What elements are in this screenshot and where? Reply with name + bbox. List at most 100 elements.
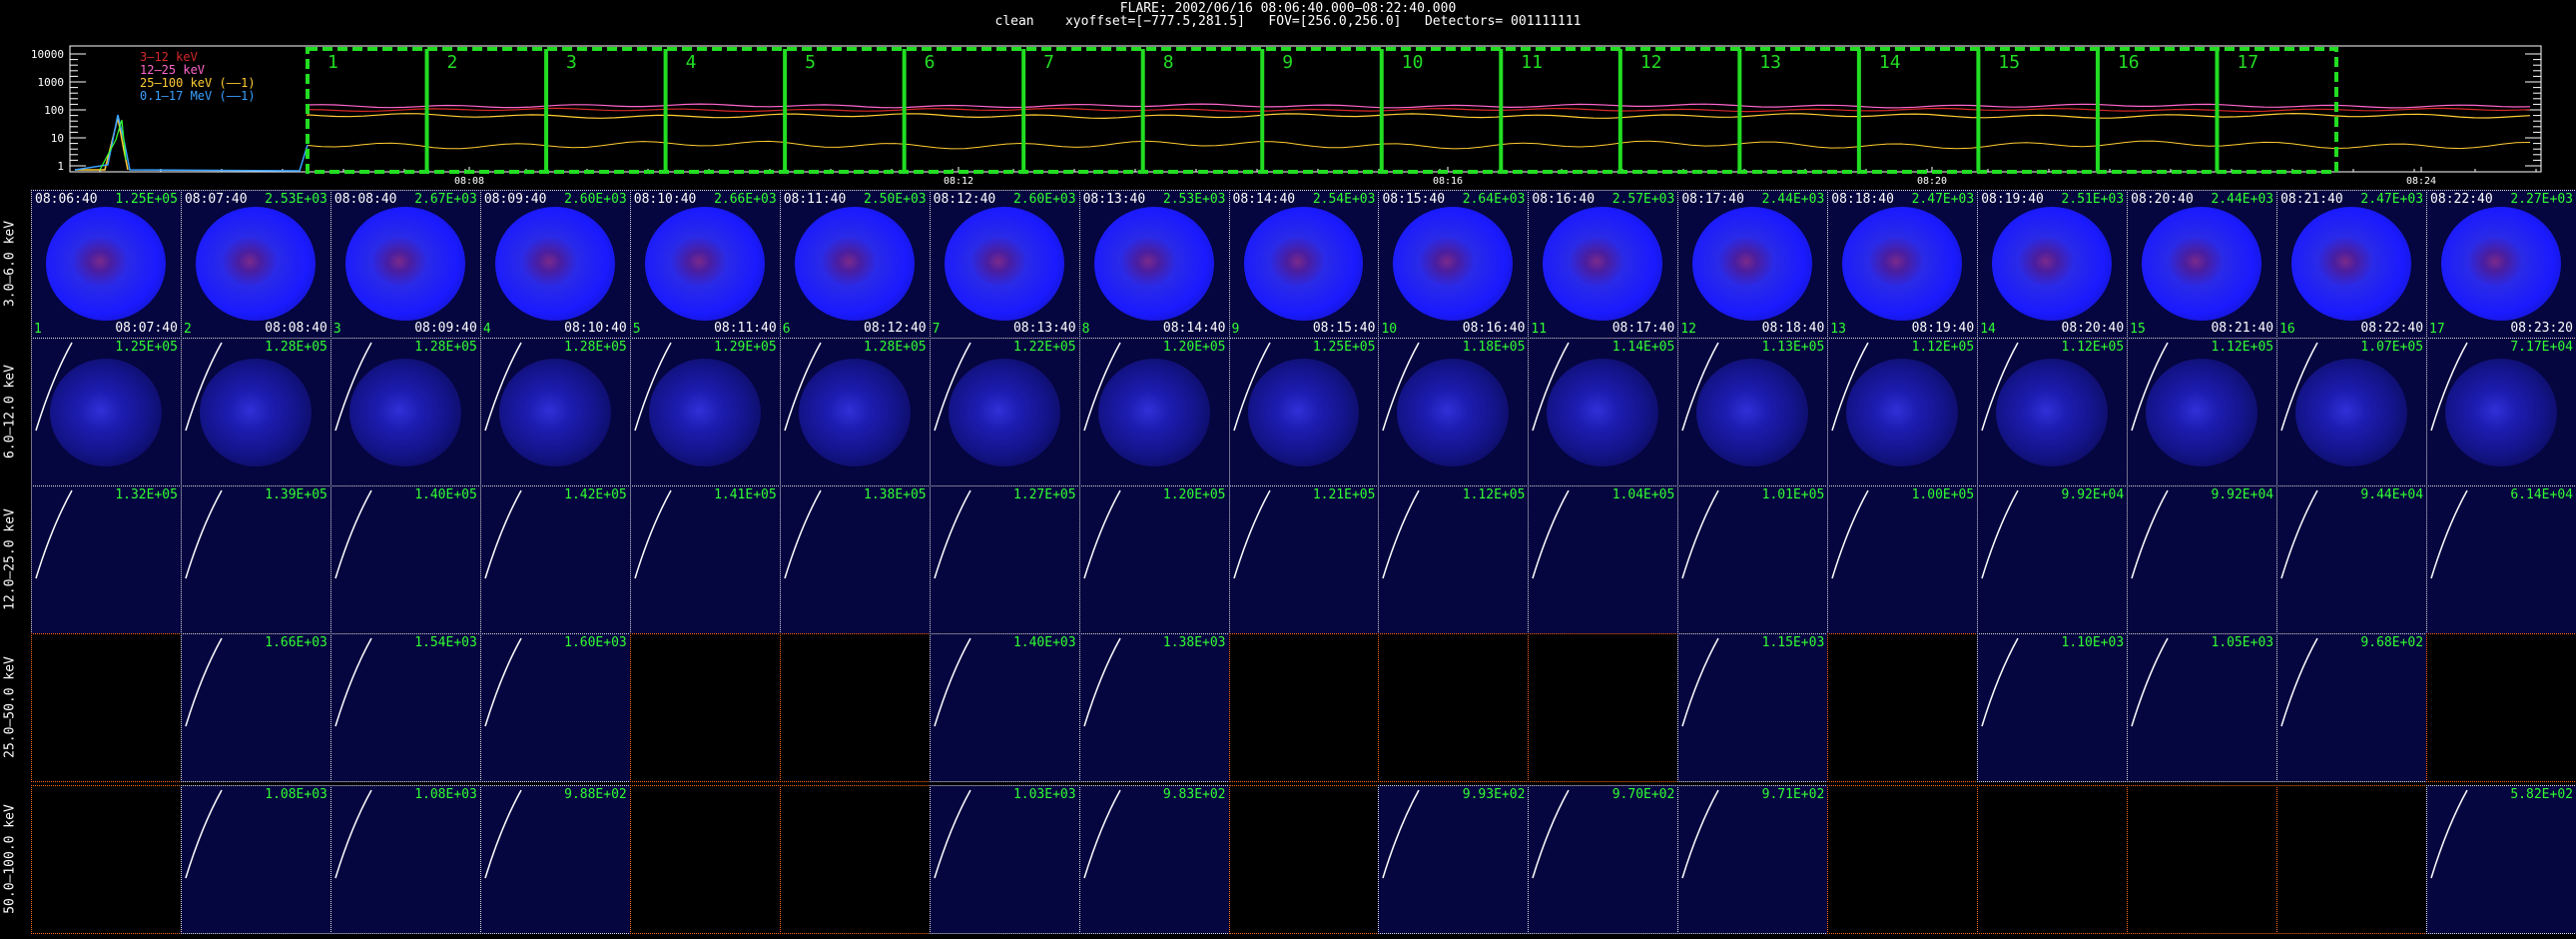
image-cell (2127, 785, 2278, 934)
limb-arc-path (1082, 637, 1121, 727)
image-cell: 1.25E+05 (1228, 338, 1380, 486)
interval-index: 11 (1531, 322, 1548, 337)
image-cell: 9.44E+04 (2276, 485, 2428, 634)
image-cell: 1.40E+03 (929, 633, 1080, 782)
source-disk (46, 207, 166, 321)
image-cell: 1.21E+05 (1228, 485, 1380, 634)
interval-index: 8 (1081, 322, 1090, 337)
limb-arc-path (2131, 342, 2169, 432)
image-cell: 1.12E+05 (1977, 338, 2129, 486)
peak-value: 2.50E+03 (864, 192, 927, 207)
limb-arc (334, 637, 372, 727)
interval-start-time: 08:15:40 (1382, 192, 1446, 207)
limb-arc (2131, 637, 2169, 727)
interval-index: 15 (2130, 322, 2146, 337)
interval-index: 13 (1830, 322, 1846, 337)
image-cell: 2.47E+03 08:18:40 08:19:40 13 (1827, 190, 1979, 339)
interval-end-time: 08:15:40 (1312, 321, 1376, 336)
image-cell: 1.10E+03 (1977, 633, 2129, 782)
limb-arc-path (185, 637, 223, 727)
image-cell: 2.57E+03 08:16:40 08:17:40 11 (1528, 190, 1679, 339)
limb-arc-path (634, 489, 672, 579)
peak-value: 1.25E+05 (1312, 340, 1376, 355)
limb-arc (1082, 489, 1121, 579)
image-cell: 1.00E+05 (1827, 485, 1979, 634)
peak-value: 2.44E+03 (1761, 192, 1825, 207)
limb-arc (484, 489, 522, 579)
interval-end-time: 08:20:40 (2061, 321, 2125, 336)
image-cell (1827, 633, 1979, 782)
interval-start-time: 08:11:40 (783, 192, 847, 207)
peak-value: 1.12E+05 (1462, 487, 1526, 502)
source-disk (1992, 207, 2113, 321)
peak-value: 1.13E+05 (1761, 340, 1825, 355)
image-cell (31, 633, 182, 782)
interval-start-time: 08:16:40 (1532, 192, 1596, 207)
interval-start-time: 08:13:40 (1082, 192, 1146, 207)
energy-band-text: 50.0–100.0 keV (2, 804, 18, 914)
limb-arc-path (2430, 342, 2468, 432)
peak-value: 1.08E+03 (265, 787, 327, 802)
image-cell: 1.27E+05 (929, 485, 1080, 634)
peak-value: 1.18E+05 (1462, 340, 1526, 355)
peak-value: 9.70E+02 (1611, 787, 1675, 802)
image-cell: 2.51E+03 08:19:40 08:20:40 14 (1977, 190, 2129, 339)
image-cell: 6.14E+04 (2426, 485, 2576, 634)
limb-arc (185, 789, 223, 879)
limb-arc (484, 637, 522, 727)
image-cell (1378, 633, 1530, 782)
peak-value: 1.20E+05 (1162, 340, 1226, 355)
interval-start-time: 08:18:40 (1831, 192, 1894, 207)
limb-arc-path (933, 789, 971, 879)
image-grid: 3.0–6.0 keV 1.25E+05 08:06:40 08:07:40 1 2.53… (0, 0, 2576, 939)
peak-value: 1.38E+03 (1162, 635, 1226, 650)
limb-arc-path (185, 489, 223, 579)
image-cell: 1.18E+05 (1378, 338, 1530, 486)
limb-arc (1382, 489, 1421, 579)
peak-value: 1.42E+05 (564, 487, 627, 502)
peak-value: 2.27E+03 (2510, 192, 2573, 207)
peak-value: 2.47E+03 (2360, 192, 2424, 207)
limb-arc-path (1382, 342, 1421, 432)
peak-value: 2.53E+03 (1162, 192, 1226, 207)
limb-arc (185, 342, 223, 432)
source-disk (1093, 207, 1214, 321)
image-cell: 2.66E+03 08:10:40 08:11:40 5 (629, 190, 781, 339)
limb-arc (1082, 342, 1121, 432)
peak-value: 2.44E+03 (2211, 192, 2274, 207)
interval-start-time: 08:21:40 (2280, 192, 2343, 207)
peak-value: 1.28E+05 (564, 340, 627, 355)
image-cell: 1.22E+05 (929, 338, 1080, 486)
limb-arc-path (1681, 637, 1719, 727)
image-cell: 9.88E+02 (479, 785, 631, 934)
interval-index: 9 (1231, 322, 1240, 337)
peak-value: 1.10E+03 (2061, 635, 2125, 650)
image-cell: 1.12E+05 (1827, 338, 1979, 486)
limb-arc (2280, 342, 2318, 432)
interval-start-time: 08:09:40 (483, 192, 547, 207)
image-cell: 1.14E+05 (1528, 338, 1679, 486)
image-cell: 1.32E+05 (31, 485, 182, 634)
interval-end-time: 08:23:20 (2510, 321, 2573, 336)
limb-arc (634, 342, 672, 432)
limb-arc-path (185, 789, 223, 879)
limb-arc-path (2280, 489, 2318, 579)
limb-arc (1532, 489, 1571, 579)
limb-arc-path (1681, 489, 1719, 579)
image-cell: 2.60E+03 08:12:40 08:13:40 7 (929, 190, 1080, 339)
image-cell: 1.12E+05 (1378, 485, 1530, 634)
image-cell: 1.04E+05 (1528, 485, 1679, 634)
limb-arc-path (1981, 342, 2019, 432)
image-cell: 1.13E+05 (1677, 338, 1829, 486)
energy-band-text: 6.0–12.0 keV (2, 365, 18, 459)
peak-value: 2.57E+03 (1611, 192, 1675, 207)
image-cell: 9.93E+02 (1378, 785, 1530, 934)
limb-arc-path (35, 489, 73, 579)
image-cell (629, 633, 781, 782)
limb-arc-path (1082, 789, 1121, 879)
interval-index: 3 (332, 322, 341, 337)
limb-arc-path (1082, 489, 1121, 579)
interval-start-time: 08:06:40 (35, 192, 98, 207)
image-cell (1977, 785, 2129, 934)
interval-index: 6 (782, 322, 791, 337)
